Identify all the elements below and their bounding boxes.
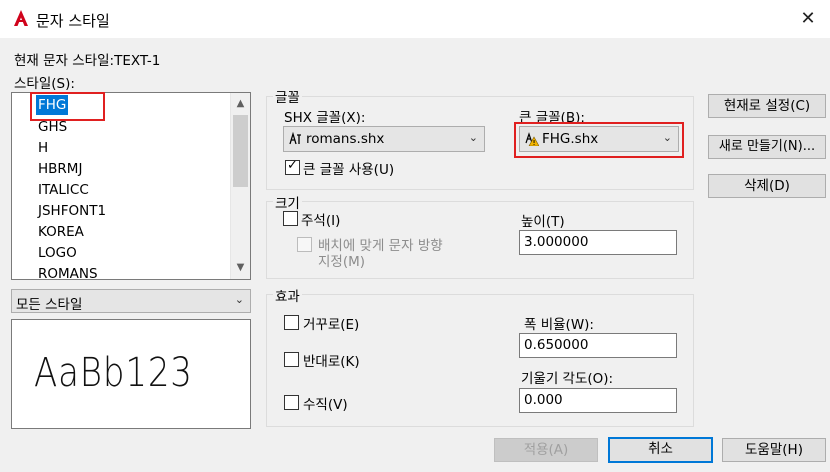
width-factor-value: 0.650000 <box>524 337 589 353</box>
scrollbar-thumb[interactable] <box>233 115 248 187</box>
shx-font-icon <box>289 131 301 145</box>
oblique-angle-label: 기울기 각도(O): <box>521 371 614 387</box>
match-orientation-checkbox[interactable] <box>297 237 312 252</box>
delete-button[interactable]: 삭제(D) <box>708 174 826 198</box>
shx-font-select[interactable]: romans.shx ⌄ <box>283 126 485 152</box>
list-item[interactable]: ROMANS <box>38 264 98 279</box>
height-label: 높이(T) <box>521 214 565 230</box>
apply-button[interactable]: 적용(A) <box>494 438 598 462</box>
list-item[interactable]: LOGO <box>38 243 77 263</box>
annotative-checkbox[interactable] <box>283 211 298 226</box>
preview-text: AaBb123 <box>34 350 193 396</box>
use-big-font-checkbox[interactable]: ✓ <box>285 158 300 175</box>
current-style-label: 현재 문자 스타일:TEXT-1 <box>14 53 161 69</box>
chevron-down-icon: ⌄ <box>468 131 478 144</box>
new-style-button[interactable]: 새로 만들기(N)... <box>708 135 826 159</box>
highlight-box-fhg <box>30 92 105 121</box>
cancel-button[interactable]: 취소 <box>608 437 713 463</box>
autocad-logo-icon <box>14 10 28 26</box>
list-item[interactable]: ITALICC <box>38 180 89 200</box>
chevron-up-icon[interactable]: ▲ <box>231 95 250 113</box>
backwards-label: 반대로(K) <box>303 354 360 370</box>
styles-scrollbar[interactable]: ▲ ▼ <box>230 93 250 279</box>
list-item[interactable]: H <box>38 138 48 158</box>
style-filter-select[interactable]: 모든 스타일 ⌄ <box>11 289 251 313</box>
oblique-angle-input[interactable]: 0.000 <box>519 388 677 413</box>
chevron-down-icon: ⌄ <box>234 293 244 306</box>
size-group-title: 크기 <box>273 192 302 212</box>
height-input[interactable]: 3.000000 <box>519 230 677 255</box>
width-factor-input[interactable]: 0.650000 <box>519 333 677 358</box>
list-item[interactable]: KOREA <box>38 222 84 242</box>
use-big-font-label: 큰 글꼴 사용(U) <box>303 162 395 178</box>
annotative-label: 주석(I) <box>301 213 341 229</box>
height-value: 3.000000 <box>524 234 589 250</box>
backwards-checkbox[interactable] <box>284 352 299 367</box>
upside-down-label: 거꾸로(E) <box>303 317 360 333</box>
text-style-dialog: 문자 스타일 ✕ 현재 문자 스타일:TEXT-1 스타일(S): FHG GH… <box>0 0 830 472</box>
check-mark-icon: ✓ <box>287 158 298 173</box>
window-title: 문자 스타일 <box>36 12 110 30</box>
vertical-checkbox[interactable] <box>284 395 299 410</box>
title-bar: 문자 스타일 ✕ <box>0 0 830 38</box>
effects-group-title: 효과 <box>273 285 302 305</box>
list-item[interactable]: HBRMJ <box>38 159 82 179</box>
shx-font-label: SHX 글꼴(X): <box>284 110 366 126</box>
styles-label: 스타일(S): <box>14 76 75 92</box>
preview-pane: AaBb123 <box>11 319 251 429</box>
width-factor-label: 폭 비율(W): <box>524 317 594 333</box>
style-filter-value: 모든 스타일 <box>16 297 83 313</box>
chevron-down-icon[interactable]: ▼ <box>231 259 250 277</box>
font-group-title: 글꼴 <box>273 86 302 106</box>
list-item[interactable]: JSHFONT1 <box>38 201 106 221</box>
upside-down-checkbox[interactable] <box>284 315 299 330</box>
highlight-box-big-font <box>514 122 684 158</box>
shx-font-value: romans.shx <box>306 131 385 147</box>
close-icon[interactable]: ✕ <box>794 6 822 32</box>
oblique-angle-value: 0.000 <box>524 392 563 408</box>
set-current-button[interactable]: 현재로 설정(C) <box>708 94 826 118</box>
match-orientation-label-line2: 지정(M) <box>318 254 366 270</box>
vertical-label: 수직(V) <box>303 397 348 413</box>
help-button[interactable]: 도움말(H) <box>722 438 826 462</box>
